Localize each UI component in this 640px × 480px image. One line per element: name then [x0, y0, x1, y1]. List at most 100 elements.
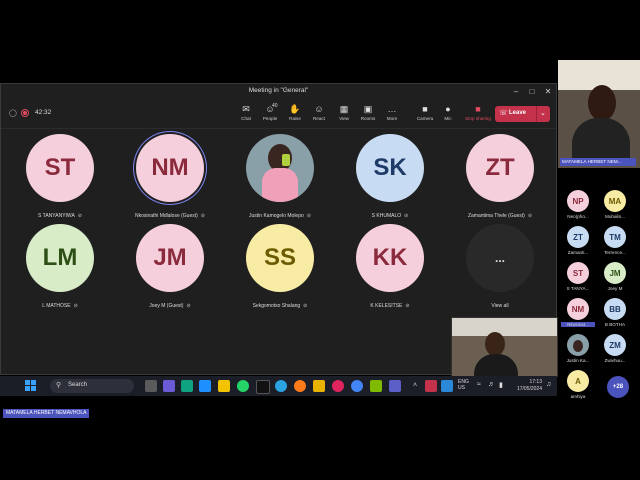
more-participants-count: +28: [612, 384, 624, 390]
self-camera-view[interactable]: MATAMELA HERBET NEM...: [558, 60, 640, 168]
participant-avatar: JM: [604, 262, 626, 284]
task-view-icon[interactable]: [145, 380, 157, 392]
panel-participant[interactable]: NM Nkosinat...: [560, 298, 596, 332]
participant-tile[interactable]: ZT Zamantima Thele (Guest) ⊘: [440, 134, 560, 222]
mic-icon: ●: [445, 104, 451, 114]
more-button[interactable]: … More: [381, 103, 403, 127]
stop-sharing-button[interactable]: ■ Stop sharing: [463, 103, 493, 127]
view-all-tile[interactable]: ... View all: [440, 224, 560, 312]
participant-name: Neo(pho...: [567, 214, 589, 219]
whatsapp-icon[interactable]: [237, 380, 249, 392]
participant-avatar: SS: [246, 224, 314, 292]
taskbar-search[interactable]: ⚲ Search: [50, 379, 134, 393]
minimize-icon[interactable]: –: [509, 85, 523, 99]
participant-tile[interactable]: KK K KELESITSE ⊘: [330, 224, 450, 312]
participant-tile[interactable]: LM L MATHOSE ⊘: [0, 224, 120, 312]
mic-off-icon: ⊘: [303, 303, 308, 309]
panel-participant[interactable]: ZT Zamanti...: [560, 226, 596, 260]
edge-icon[interactable]: [199, 380, 211, 392]
clock[interactable]: 17:13 17/05/2024: [510, 379, 542, 393]
participant-avatar: [246, 134, 314, 202]
chevron-up-icon[interactable]: ˄: [413, 382, 417, 389]
avatar-initials: TM: [609, 232, 621, 242]
participant-tile[interactable]: JM Joey M (Guest) ⊘: [110, 224, 230, 312]
folder-icon[interactable]: [313, 380, 325, 392]
close-icon[interactable]: ✕: [541, 85, 555, 99]
leave-button[interactable]: ☏ Leave ⌄: [495, 106, 550, 122]
participant-tile[interactable]: ST S TANYANYIWA ⊘: [0, 134, 120, 222]
participant-avatar: ZT: [567, 226, 589, 248]
participant-tile[interactable]: NM Nkosinathi Mdlalose (Guest) ⊘: [110, 134, 230, 222]
explorer-icon[interactable]: [218, 380, 230, 392]
language-indicator[interactable]: ENG US: [458, 379, 469, 391]
chat-app-icon[interactable]: [163, 380, 175, 392]
avatar-initials: KK: [372, 244, 408, 271]
meeting-toolbar: ◯ 42:32 ☏ Leave ⌄ ✉ Chat ☺ 40 People ✋ Raise ☺ R…: [1, 100, 556, 129]
react-button[interactable]: ☺ React: [308, 103, 330, 127]
more-participants-button[interactable]: +28: [607, 376, 629, 398]
chrome-icon[interactable]: [351, 380, 363, 392]
panel-participant[interactable]: Justin Ka...: [560, 334, 596, 368]
toolbar-button-label: Rooms: [360, 116, 376, 121]
participant-name: amhiya: [570, 394, 586, 399]
participant-tile[interactable]: SS Sekgomotso Shalang ⊘: [220, 224, 340, 312]
participant-name: Nkosinathi Mdlalose (Guest): [134, 213, 198, 219]
panel-participant[interactable]: BB B BOTHA: [597, 298, 633, 332]
chat-button[interactable]: ✉ Chat: [235, 103, 257, 127]
raise-button[interactable]: ✋ Raise: [284, 103, 306, 127]
telegram-icon[interactable]: [275, 380, 287, 392]
mic-off-icon: ⊘: [527, 213, 533, 219]
rooms-button[interactable]: ▣ Rooms: [357, 103, 379, 127]
toolbar-button-label: Mic: [444, 116, 452, 121]
avatar-initials: NP: [572, 196, 584, 206]
participant-avatar: [567, 334, 589, 356]
participant-name: Joey M (Guest): [149, 303, 184, 309]
participant-tile[interactable]: Justin Kamogelo Molepo ⊘: [220, 134, 340, 222]
mic-button[interactable]: ● Mic: [437, 103, 459, 127]
title-bar: Meeting in "General" – □ ✕: [1, 84, 556, 100]
teams-icon[interactable]: [389, 380, 401, 392]
tray-app-icon[interactable]: [425, 380, 437, 392]
panel-participant[interactable]: NP Neo(pho...: [560, 190, 596, 224]
panel-participant[interactable]: ST S TANYA...: [560, 262, 596, 296]
more-icon: …: [387, 104, 397, 114]
view-button[interactable]: ▦ View: [333, 103, 355, 127]
mic-tray-icon[interactable]: [441, 380, 453, 392]
panel-participant[interactable]: TM Terrence...: [597, 226, 633, 260]
participant-avatar: ZT: [466, 134, 534, 202]
participant-avatar: NP: [567, 190, 589, 212]
phone-hangup-icon: ☏: [499, 110, 508, 117]
panel-participant[interactable]: ZM Zwivhuu...: [597, 334, 633, 368]
view-icon: ▦: [339, 104, 349, 114]
wifi-icon[interactable]: ≈: [477, 381, 481, 388]
participant-name: Muhalin...: [605, 214, 625, 219]
participant-name: Zamanti...: [567, 250, 589, 255]
tiktok-icon[interactable]: [256, 380, 270, 394]
firefox-icon[interactable]: [294, 380, 306, 392]
panel-participant[interactable]: MA Muhalin...: [597, 190, 633, 224]
self-name-label: MATAMELA HERBET NEM...: [560, 158, 636, 166]
chevron-down-icon[interactable]: ⌄: [540, 109, 546, 117]
office-icon[interactable]: [370, 380, 382, 392]
panel-participant[interactable]: Aamhiya: [560, 370, 596, 404]
camera-button[interactable]: ■ Camera: [414, 103, 436, 127]
maximize-icon[interactable]: □: [525, 85, 539, 99]
avatar-initials: ST: [44, 154, 76, 181]
participant-avatar: ZM: [604, 334, 626, 356]
avatar-initials: ST: [572, 268, 584, 278]
self-video-thumbnail[interactable]: [451, 317, 558, 377]
avatar-initials: ZT: [573, 232, 583, 242]
windows-start-icon[interactable]: [25, 380, 37, 392]
speaker-icon[interactable]: ♬: [488, 381, 495, 388]
camera-icon: ■: [422, 104, 428, 114]
panel-participant[interactable]: JM Joey M: [597, 262, 633, 296]
copilot-icon[interactable]: [181, 380, 193, 392]
chat-icon: ✉: [242, 104, 250, 114]
notification-bell-icon[interactable]: ♫: [546, 381, 551, 388]
participant-name: S KHUMALO: [371, 213, 402, 219]
toolbar-button-label: React: [312, 116, 325, 121]
battery-icon[interactable]: ▮: [499, 381, 503, 389]
app-icon[interactable]: [332, 380, 344, 392]
participant-tile[interactable]: SK S KHUMALO ⊘: [330, 134, 450, 222]
people-button[interactable]: ☺ 40 People: [259, 103, 281, 127]
